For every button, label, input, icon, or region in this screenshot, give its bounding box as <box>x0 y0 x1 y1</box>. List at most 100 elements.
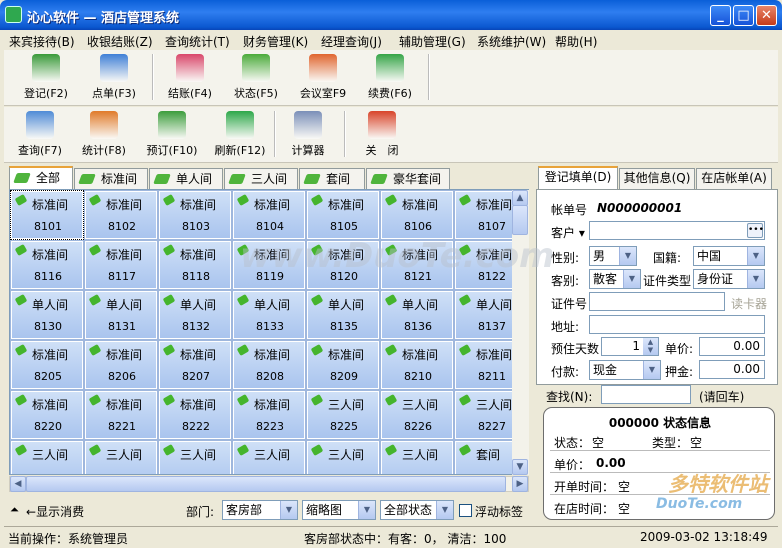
room-cell[interactable]: 三人间 <box>380 440 454 474</box>
room-cell[interactable]: 标准间 8223 <box>232 390 306 440</box>
room-grid-vscrollbar[interactable]: ▲ ▼ <box>512 190 529 475</box>
scroll-down-button[interactable]: ▼ <box>512 459 528 475</box>
room-cell[interactable]: 标准间 8102 <box>84 190 158 240</box>
room-cell[interactable]: 标准间 8208 <box>232 340 306 390</box>
menu-cashier[interactable]: 收银结账(Z) <box>87 33 153 50</box>
menu-query[interactable]: 查询统计(T) <box>165 33 230 50</box>
room-cell[interactable]: 三人间 <box>84 440 158 474</box>
customer-lookup-button[interactable]: ••• <box>747 223 764 238</box>
room-cell[interactable]: 标准间 8104 <box>232 190 306 240</box>
room-cell[interactable]: 标准间 8106 <box>380 190 454 240</box>
room-cell[interactable]: 三人间 <box>158 440 232 474</box>
scroll-left-button[interactable]: ◀ <box>10 476 26 492</box>
hscroll-thumb[interactable] <box>26 476 506 492</box>
watermark-text: www.DuoTe.com <box>240 236 555 276</box>
tab-deluxe-suite[interactable]: 豪华套间 <box>366 168 450 189</box>
room-cell[interactable]: 三人间 8226 <box>380 390 454 440</box>
tab-suite[interactable]: 套间 <box>299 168 365 189</box>
order-button[interactable]: 点单(F3) <box>84 52 144 104</box>
room-cell[interactable]: 三人间 <box>10 440 84 474</box>
spin-icon[interactable]: ▲ ▼ <box>643 338 658 355</box>
room-cell[interactable]: 单人间 8132 <box>158 290 232 340</box>
refresh-button[interactable]: 刷新(F12) <box>210 109 270 161</box>
unit-price-input[interactable]: 0.00 <box>699 337 765 356</box>
menu-manager[interactable]: 经理查询(J) <box>321 33 382 50</box>
id-type-select[interactable]: 身份证 ▼ <box>693 269 765 289</box>
room-cell[interactable]: 单人间 8136 <box>380 290 454 340</box>
view-mode-select[interactable]: 缩略图 ▼ <box>302 500 376 520</box>
room-cell[interactable]: 标准间 8221 <box>84 390 158 440</box>
info-type-label: 类型： <box>652 436 689 450</box>
scroll-right-button[interactable]: ▶ <box>512 476 528 492</box>
menu-help[interactable]: 帮助(H) <box>555 33 597 50</box>
title-bar[interactable]: 沁心软件 — 酒店管理系统 _ □ ✕ <box>0 0 782 30</box>
scroll-thumb[interactable] <box>512 205 528 235</box>
tab-all[interactable]: 全部 <box>9 166 73 189</box>
dept-select[interactable]: 客房部 ▼ <box>222 500 298 520</box>
address-input[interactable] <box>589 315 765 334</box>
scroll-up-button[interactable]: ▲ <box>512 190 528 206</box>
tab-registration[interactable]: 登记填单(D) <box>538 166 618 189</box>
tab-triple[interactable]: 三人间 <box>224 168 298 189</box>
room-cell[interactable]: 单人间 8135 <box>306 290 380 340</box>
gender-select[interactable]: 男 ▼ <box>589 246 637 266</box>
room-cell[interactable]: 三人间 8225 <box>306 390 380 440</box>
room-cell[interactable]: 标准间 8118 <box>158 240 232 290</box>
deposit-input[interactable]: 0.00 <box>699 360 765 379</box>
room-cell[interactable]: 标准间 8206 <box>84 340 158 390</box>
room-cell[interactable]: 标准间 8210 <box>380 340 454 390</box>
room-state-select[interactable]: 全部状态 ▼ <box>380 500 454 520</box>
status-button[interactable]: 状态(F5) <box>226 52 286 104</box>
room-cell[interactable]: 标准间 8101 <box>10 190 84 240</box>
room-cell[interactable]: 标准间 8220 <box>10 390 84 440</box>
register-button[interactable]: 登记(F2) <box>16 52 76 104</box>
payment-select[interactable]: 现金 ▼ <box>589 360 661 380</box>
menu-system[interactable]: 系统维护(W) <box>477 33 546 50</box>
room-cell[interactable]: 三人间 <box>306 440 380 474</box>
room-cell[interactable]: 标准间 8222 <box>158 390 232 440</box>
tab-in-house-bill[interactable]: 在店帐单(A) <box>696 168 772 189</box>
room-cell[interactable]: 标准间 8116 <box>10 240 84 290</box>
calculator-button[interactable]: 计算器 <box>278 109 338 161</box>
close-button[interactable]: ✕ <box>756 5 777 26</box>
room-cell[interactable]: 标准间 8103 <box>158 190 232 240</box>
room-grid-hscrollbar[interactable]: ◀ ▶ <box>9 476 529 492</box>
menu-reception[interactable]: 来宾接待(B) <box>9 33 75 50</box>
checkout-button[interactable]: 结账(F4) <box>160 52 220 104</box>
read-card-button[interactable]: 读卡器 <box>731 295 767 312</box>
room-number: 8208 <box>256 370 284 383</box>
info-start-label: 开单时间： <box>554 480 615 494</box>
id-number-input[interactable] <box>589 292 725 311</box>
room-cell[interactable]: 标准间 8209 <box>306 340 380 390</box>
query-button[interactable]: 查询(F7) <box>10 109 70 161</box>
statistics-button[interactable]: 统计(F8) <box>74 109 134 161</box>
customer-input[interactable]: ••• <box>589 221 765 240</box>
tab-other-info[interactable]: 其他信息(Q) <box>619 168 695 189</box>
minimize-button[interactable]: _ <box>710 5 731 26</box>
room-cell[interactable]: 标准间 8117 <box>84 240 158 290</box>
nationality-select[interactable]: 中国 ▼ <box>693 246 765 266</box>
collapse-icon[interactable]: ⏶ <box>10 503 19 517</box>
floating-label-checkbox[interactable] <box>459 504 472 517</box>
menu-finance[interactable]: 财务管理(K) <box>243 33 308 50</box>
close-app-button[interactable]: 关 闭 <box>352 109 412 161</box>
menu-assist[interactable]: 辅助管理(G) <box>399 33 466 50</box>
tab-standard[interactable]: 标准间 <box>74 168 148 189</box>
tab-single[interactable]: 单人间 <box>149 168 223 189</box>
find-input[interactable] <box>601 385 691 404</box>
meeting-room-button[interactable]: 会议室F9 <box>293 52 353 104</box>
maximize-button[interactable]: □ <box>733 5 754 26</box>
room-cell[interactable]: 单人间 8130 <box>10 290 84 340</box>
room-number: 8106 <box>404 220 432 233</box>
renew-button[interactable]: 续费(F6) <box>360 52 420 104</box>
room-cell[interactable]: 单人间 8131 <box>84 290 158 340</box>
room-cell[interactable]: 三人间 <box>232 440 306 474</box>
guest-type-select[interactable]: 散客 ▼ <box>589 269 641 289</box>
room-cell[interactable]: 标准间 8205 <box>10 340 84 390</box>
room-cell[interactable]: 标准间 8207 <box>158 340 232 390</box>
reserve-button[interactable]: 预订(F10) <box>142 109 202 161</box>
room-cell[interactable]: 标准间 8105 <box>306 190 380 240</box>
show-consumption-toggle[interactable]: ←显示消费 <box>26 503 84 520</box>
room-cell[interactable]: 单人间 8133 <box>232 290 306 340</box>
stay-days-stepper[interactable]: 1 ▲ ▼ <box>601 337 659 356</box>
